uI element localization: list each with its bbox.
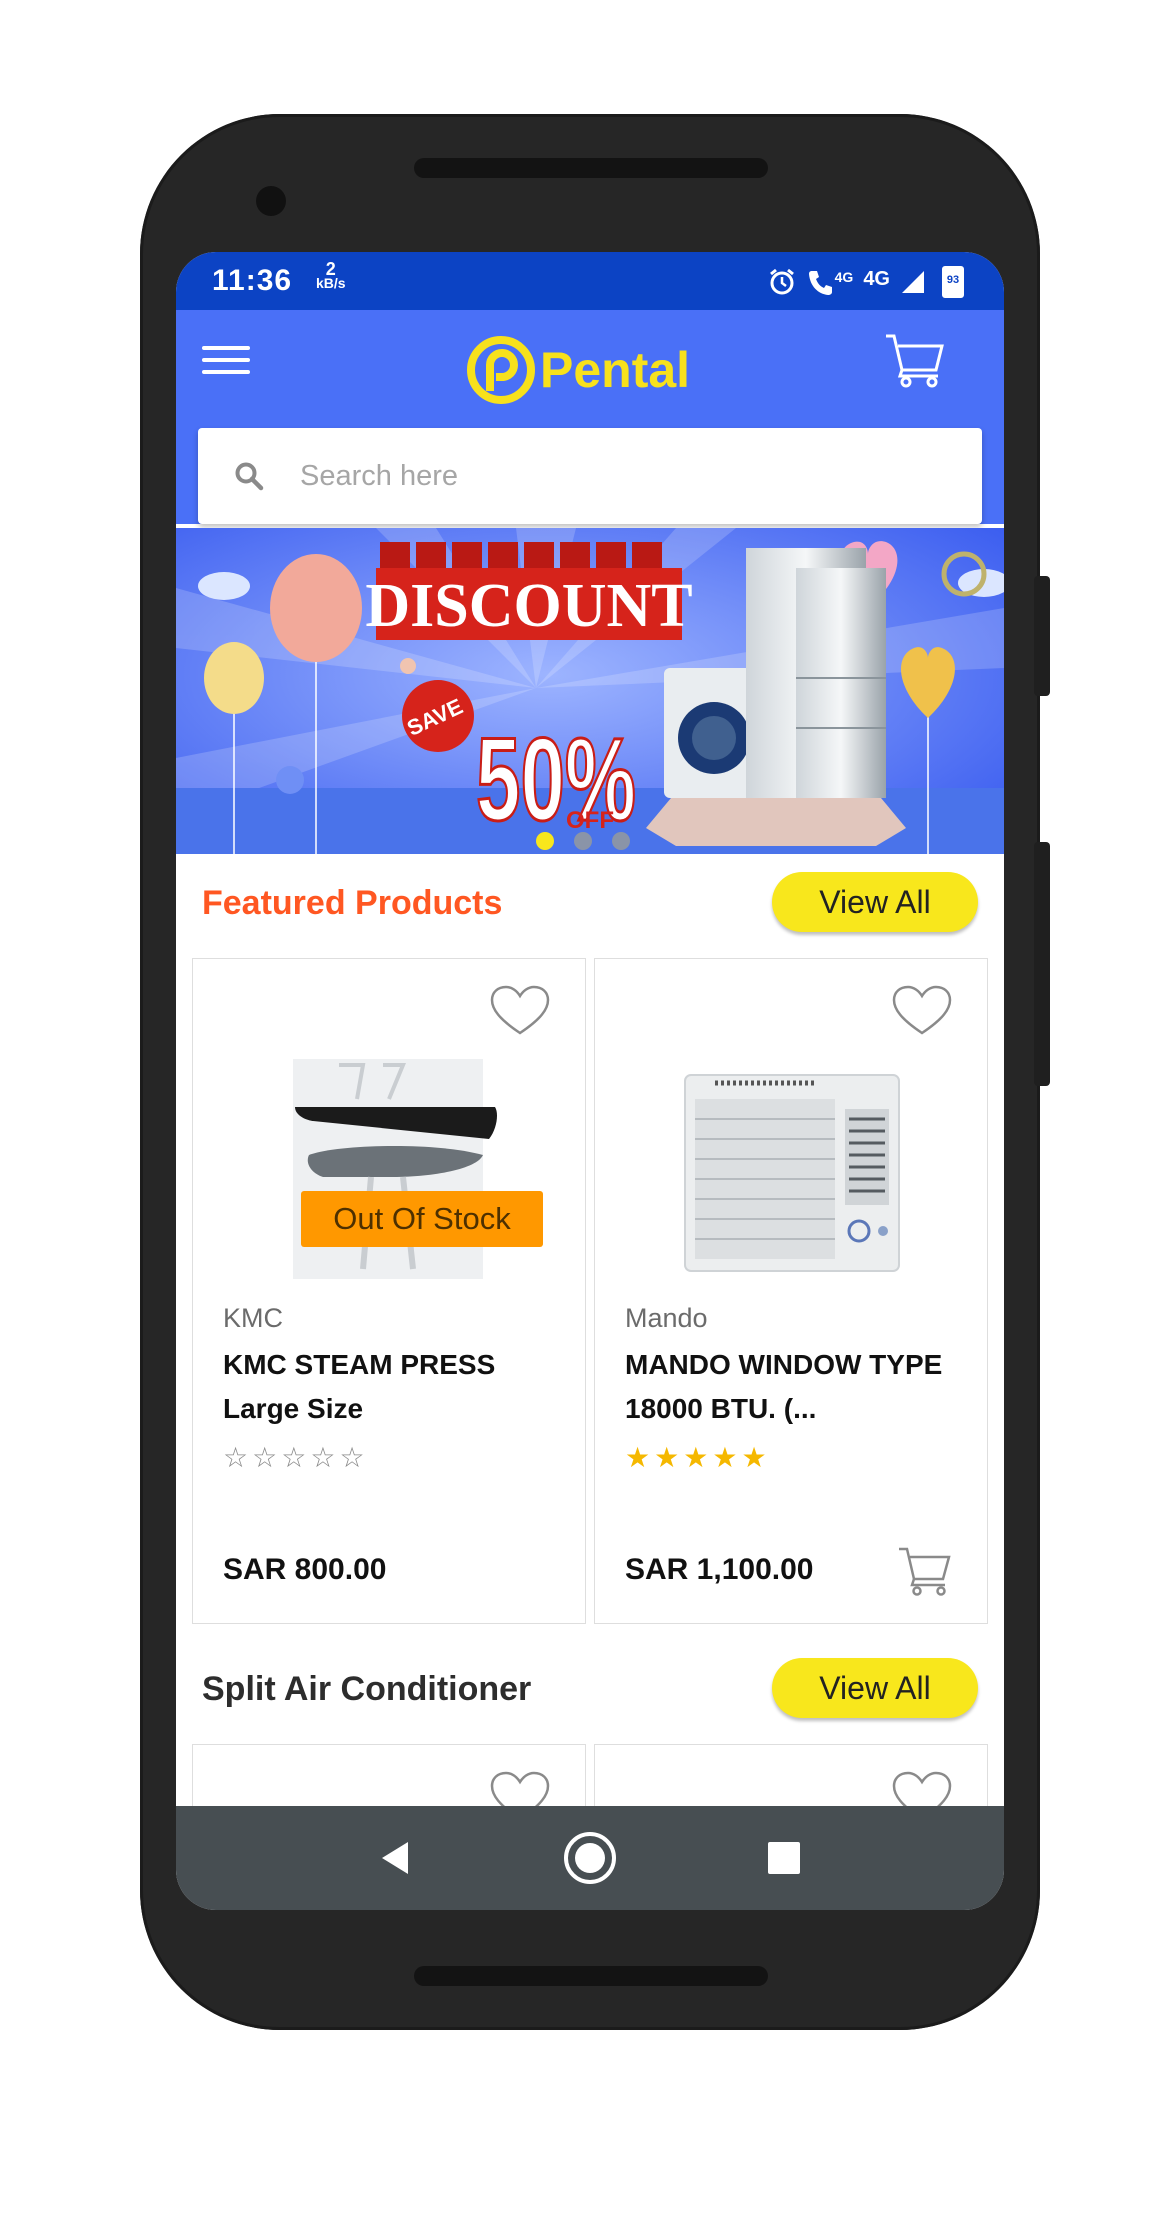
search-bar[interactable] (198, 428, 982, 524)
product-card[interactable]: Out Of Stock KMC KMC STEAM PRESS Large S… (192, 958, 586, 1624)
signal-icon (902, 271, 924, 293)
status-bar: 11:36 2 kB/s 4G 4G 93 (176, 252, 1004, 310)
status-icons: 4G 4G 93 (767, 266, 964, 298)
add-to-cart-icon[interactable] (897, 1543, 953, 1597)
star-empty-icon: ☆ (281, 1442, 311, 1473)
discount-banner-image: DISCOUNT SAVE 50% OFF (176, 528, 1004, 854)
alarm-icon (769, 268, 794, 295)
battery-level: 93 (946, 274, 960, 286)
star-filled-icon: ★ (625, 1442, 655, 1473)
network-small-label: 4G (834, 269, 854, 285)
star-filled-icon: ★ (683, 1442, 713, 1473)
power-button (1034, 576, 1050, 696)
home-icon[interactable] (560, 1828, 620, 1888)
status-time: 11:36 (212, 264, 293, 297)
product-rating: ★★★★★ (625, 1441, 771, 1474)
app-logo-text: Pental (540, 342, 691, 398)
battery-icon: 93 (942, 266, 964, 298)
star-filled-icon: ★ (712, 1442, 742, 1473)
star-empty-icon: ☆ (339, 1442, 369, 1473)
screen: 11:36 2 kB/s 4G 4G 93 Pental Search here… (176, 252, 1004, 1910)
top-speaker (414, 158, 768, 178)
product-brand: Mando (625, 1303, 708, 1333)
star-empty-icon: ☆ (223, 1442, 253, 1473)
split-ac-title: Split Air Conditioner (202, 1670, 532, 1708)
star-filled-icon: ★ (741, 1442, 771, 1473)
system-nav-bar (176, 1806, 1004, 1910)
app-logo: Pental (466, 332, 690, 408)
banner-off-label: OFF (566, 807, 614, 834)
front-camera (256, 186, 286, 216)
phone-call-icon (808, 271, 832, 295)
pental-logo-icon (467, 336, 535, 404)
search-input[interactable] (298, 458, 902, 494)
cart-icon[interactable] (884, 332, 944, 388)
banner-dot[interactable] (574, 832, 592, 850)
product-card[interactable]: Mando MANDO WINDOW TYPE 18000 BTU. (... … (594, 958, 988, 1624)
star-filled-icon: ★ (654, 1442, 684, 1473)
banner-dots (536, 832, 630, 850)
product-name[interactable]: MANDO WINDOW TYPE 18000 BTU. (... (625, 1343, 955, 1431)
menu-line (202, 370, 250, 374)
network-speed: 2 kB/s (316, 259, 346, 291)
network-speed-unit: kB/s (316, 275, 346, 291)
banner-headline: DISCOUNT (365, 572, 692, 640)
split-view-all-button[interactable]: View All (772, 1658, 978, 1718)
featured-products-title: Featured Products (202, 884, 503, 922)
network-speed-value: 2 (325, 259, 336, 279)
heart-icon[interactable] (489, 985, 551, 1037)
star-empty-icon: ☆ (310, 1442, 340, 1473)
product-price: SAR 800.00 (223, 1553, 387, 1586)
volume-button (1034, 842, 1050, 1086)
product-price: SAR 1,100.00 (625, 1553, 814, 1586)
window-ac-image (684, 1074, 900, 1272)
recents-icon[interactable] (754, 1828, 814, 1888)
heart-icon[interactable] (891, 985, 953, 1037)
out-of-stock-badge: Out Of Stock (301, 1191, 543, 1247)
star-empty-icon: ☆ (252, 1442, 282, 1473)
menu-line (202, 358, 250, 362)
product-name[interactable]: KMC STEAM PRESS Large Size (223, 1343, 553, 1431)
app-header: Pental (176, 310, 1004, 524)
network-label: 4G (863, 267, 890, 290)
menu-line (202, 346, 250, 350)
promo-banner[interactable]: DISCOUNT SAVE 50% OFF (176, 528, 1004, 854)
back-icon[interactable] (366, 1828, 426, 1888)
banner-dot-active[interactable] (536, 832, 554, 850)
bottom-speaker (414, 1966, 768, 1986)
search-icon (235, 462, 264, 491)
featured-view-all-button[interactable]: View All (772, 872, 978, 932)
banner-dot[interactable] (612, 832, 630, 850)
product-brand: KMC (223, 1303, 283, 1333)
menu-button[interactable] (202, 340, 250, 380)
product-rating: ☆☆☆☆☆ (223, 1441, 369, 1474)
